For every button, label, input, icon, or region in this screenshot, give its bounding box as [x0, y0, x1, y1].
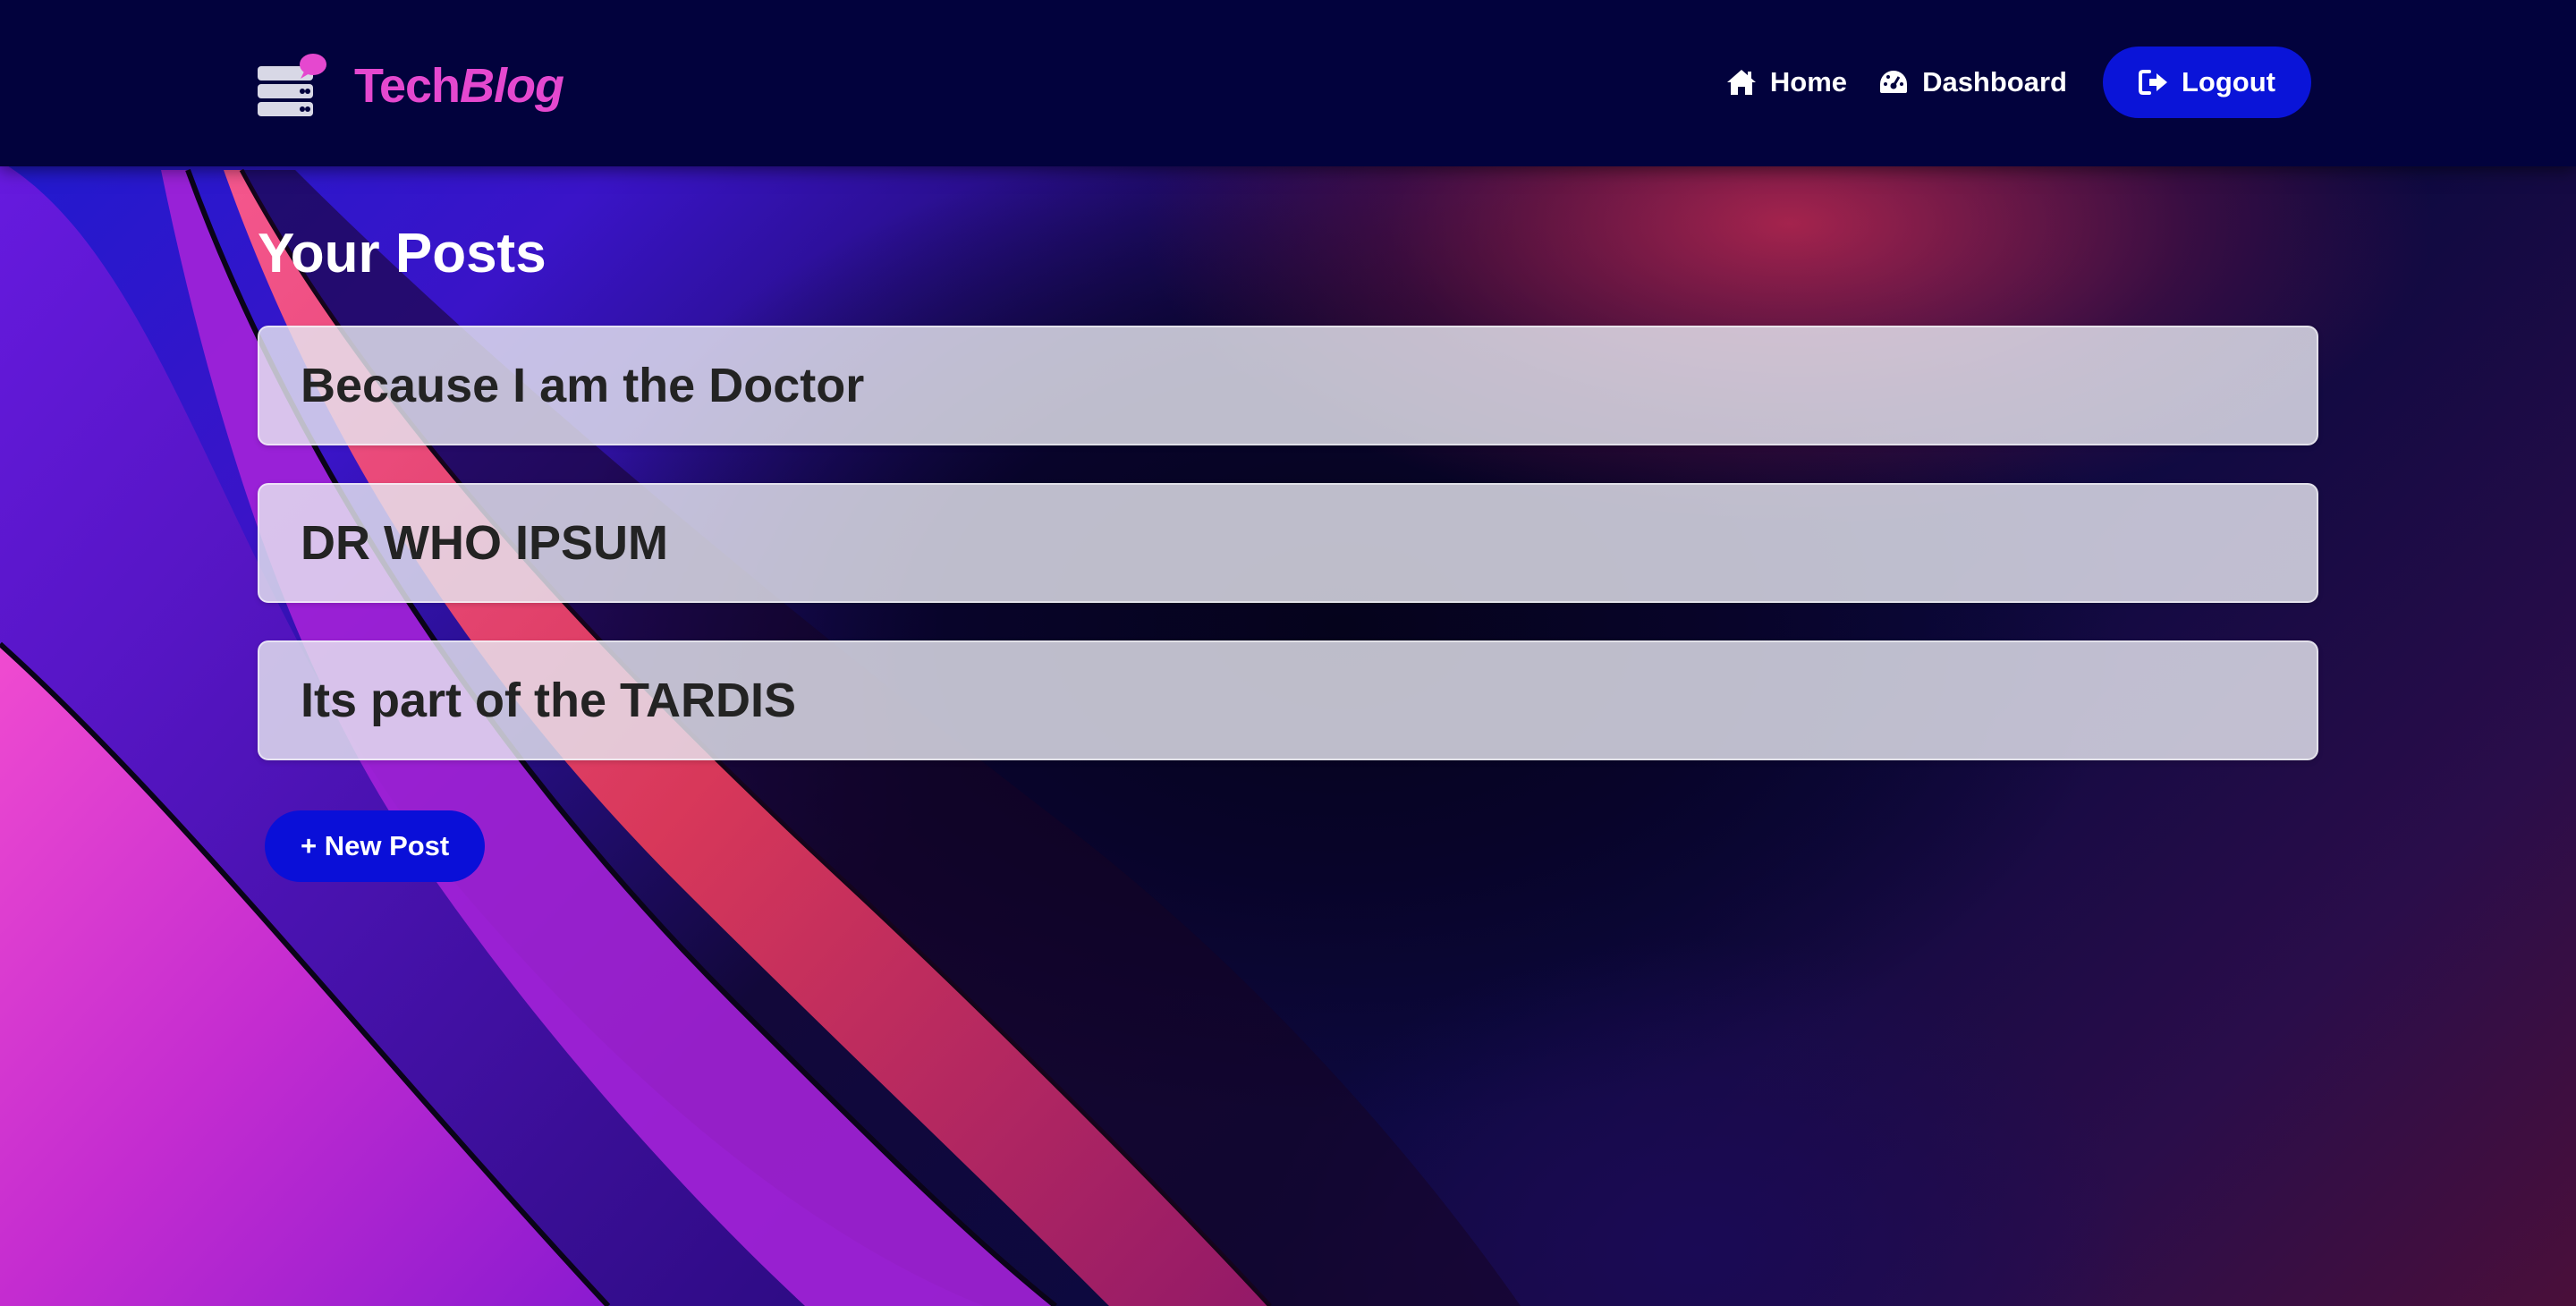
post-card[interactable]: Its part of the TARDIS — [258, 640, 2318, 760]
nav-dashboard-label: Dashboard — [1922, 66, 2067, 98]
navbar: TechBlog Home Dashboard Logout — [0, 0, 2576, 166]
post-title: Its part of the TARDIS — [301, 674, 797, 727]
nav-links: Home Dashboard Logout — [1725, 47, 2311, 118]
brand-name: TechBlog — [354, 59, 564, 113]
logout-button[interactable]: Logout — [2102, 47, 2311, 118]
logout-icon — [2138, 70, 2167, 95]
post-card[interactable]: Because I am the Doctor — [258, 326, 2318, 445]
logout-label: Logout — [2181, 66, 2275, 98]
page-title: Your Posts — [258, 223, 547, 284]
nav-home-label: Home — [1769, 66, 1848, 98]
server-chat-icon — [256, 52, 327, 120]
post-title: DR WHO IPSUM — [301, 516, 668, 570]
home-icon — [1726, 70, 1756, 95]
post-card[interactable]: DR WHO IPSUM — [258, 483, 2318, 603]
main-content: Your Posts Because I am the Doctor DR WH… — [258, 215, 2318, 882]
nav-home-link[interactable]: Home — [1725, 66, 1847, 98]
brand-logo[interactable]: TechBlog — [256, 50, 564, 122]
new-post-button[interactable]: + New Post — [265, 810, 486, 882]
post-title: Because I am the Doctor — [301, 359, 865, 412]
dashboard-gauge-icon — [1880, 71, 1908, 93]
nav-dashboard-link[interactable]: Dashboard — [1877, 66, 2067, 98]
post-list: Because I am the Doctor DR WHO IPSUM Its… — [258, 326, 2318, 760]
